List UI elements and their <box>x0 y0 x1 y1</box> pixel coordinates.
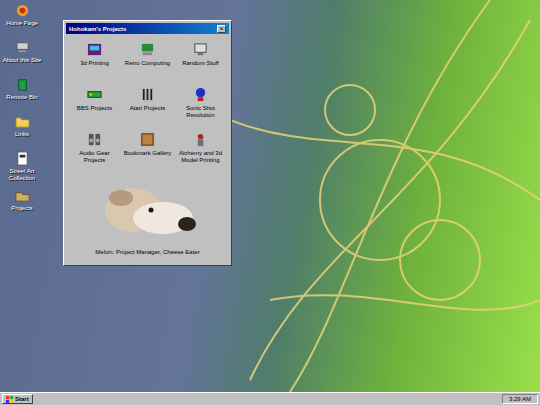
desktop-icon-label: Remote Bin <box>6 94 37 101</box>
gallery-icon <box>140 132 155 147</box>
desktop-icon[interactable]: Projects <box>2 188 42 221</box>
project-label: BBS Projects <box>77 105 112 112</box>
dog-photo <box>93 180 203 242</box>
project-label: Retro Computing <box>125 60 170 67</box>
desktop-icon-label: About this Site <box>3 57 42 64</box>
project-label: Bookmark Gallery <box>124 150 172 157</box>
desktop-icon[interactable]: Remote Bin <box>2 77 42 110</box>
clock: 3:29 AM <box>502 394 538 404</box>
project-label: Random Stuff <box>182 60 219 67</box>
start-button[interactable]: Start <box>2 394 33 404</box>
desktop-icon[interactable]: Links <box>2 114 42 147</box>
project-label: Atari Projects <box>130 105 166 112</box>
desktop: Home Page About this Site Remote Bin Links S… <box>0 0 540 405</box>
project-icon[interactable]: BBS Projects <box>68 87 121 127</box>
desktop-icon-label: Projects <box>11 205 33 212</box>
recycle-bin-icon <box>15 77 30 92</box>
desktop-icon[interactable]: About this Site <box>2 40 42 73</box>
title-bar[interactable]: Hohokam's Projects × <box>66 23 229 34</box>
wallpaper-tracks <box>230 0 540 392</box>
desktop-icon[interactable]: Home Page <box>2 3 42 36</box>
monitor-icon <box>193 42 208 57</box>
computer-icon <box>140 42 155 57</box>
close-button[interactable]: × <box>217 25 226 33</box>
project-label: Alchemy and 3d Model Printing <box>176 150 225 164</box>
project-label: 3d Printing <box>80 60 109 67</box>
desktop-icon-label: Links <box>15 131 29 138</box>
folder-icon <box>15 114 30 129</box>
atari-logo-icon <box>140 87 155 102</box>
printer-icon <box>87 42 102 57</box>
home-icon <box>15 3 30 18</box>
alchemy-icon <box>193 132 208 147</box>
project-icon[interactable]: Retro Computing <box>121 42 174 82</box>
taskbar: Start 3:29 AM <box>0 392 540 405</box>
desktop-icon-label: Street Art Collection <box>2 168 42 182</box>
photo-area: Melvin: Project Manager, Cheese Eater <box>66 180 229 256</box>
project-icon[interactable]: Bookmark Gallery <box>121 132 174 172</box>
photo-caption: Melvin: Project Manager, Cheese Eater <box>95 248 199 256</box>
computer-icon <box>15 40 30 55</box>
project-icon[interactable]: Random Stuff <box>174 42 227 82</box>
window-title: Hohokam's Projects <box>69 25 126 33</box>
projects-window[interactable]: Hohokam's Projects × 3d Printing Retro Co… <box>63 20 232 266</box>
sonic-icon <box>193 87 208 102</box>
project-icon[interactable]: Sonic Shot Revolution <box>174 87 227 127</box>
project-icon[interactable]: 3d Printing <box>68 42 121 82</box>
speaker-icon <box>87 132 102 147</box>
document-icon <box>15 151 30 166</box>
projects-icon <box>15 188 30 203</box>
modem-icon <box>87 87 102 102</box>
project-grid: 3d Printing Retro Computing Random Stuff BB… <box>66 34 229 172</box>
desktop-icon-label: Home Page <box>6 20 38 27</box>
project-icon[interactable]: Alchemy and 3d Model Printing <box>174 132 227 172</box>
start-label: Start <box>15 395 29 403</box>
project-icon[interactable]: Audio Gear Projects <box>68 132 121 172</box>
windows-logo-icon <box>6 396 13 403</box>
desktop-icon[interactable]: Street Art Collection <box>2 151 42 184</box>
project-label: Sonic Shot Revolution <box>176 105 225 119</box>
project-label: Audio Gear Projects <box>70 150 119 164</box>
project-icon[interactable]: Atari Projects <box>121 87 174 127</box>
